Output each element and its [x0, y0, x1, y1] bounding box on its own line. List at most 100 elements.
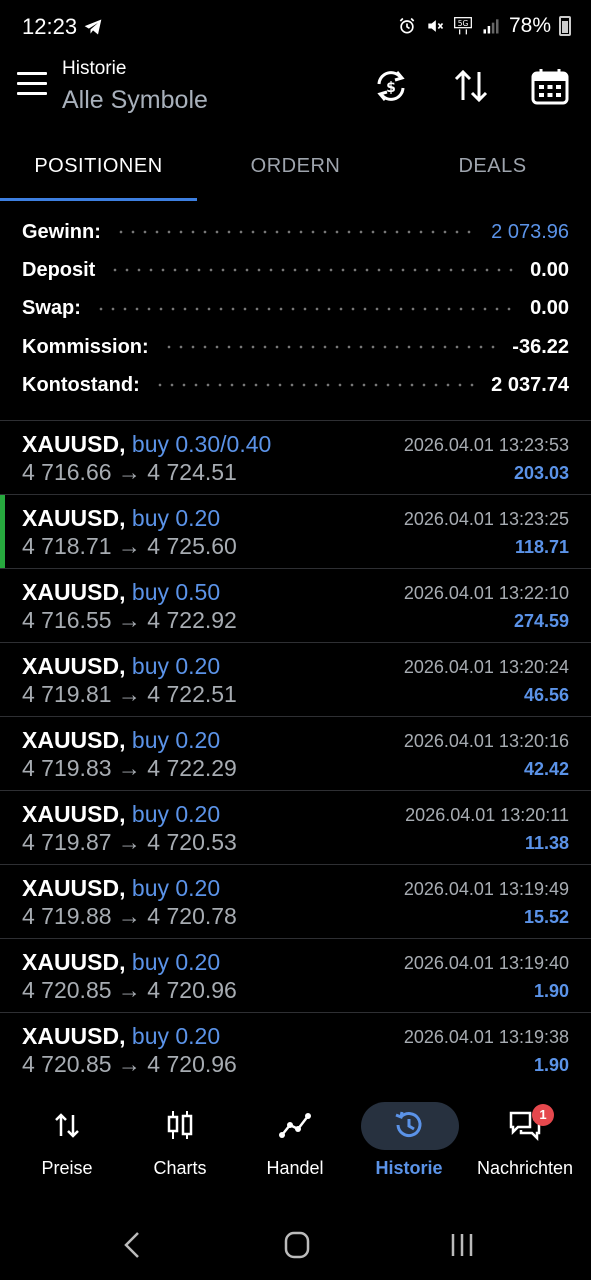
- summary-value: 0.00: [530, 297, 569, 320]
- position-symbol: XAUUSD, buy 0.20: [22, 727, 220, 754]
- alarm-icon: [399, 17, 415, 34]
- svg-text:$: $: [386, 80, 396, 96]
- position-symbol: XAUUSD, buy 0.20: [22, 505, 220, 532]
- summary-row-swap: Swap: 0.00: [0, 290, 591, 328]
- position-type: buy 0.30/0.40: [131, 431, 272, 457]
- dot-leader: [114, 230, 478, 235]
- summary-panel: Gewinn: 2 073.96 Deposit 0.00 Swap: 0.00…: [0, 213, 591, 404]
- nav-nachrichten[interactable]: 1 Nachrichten: [465, 1092, 585, 1192]
- position-prices: 4 719.83 → 4 722.29: [22, 755, 237, 781]
- position-prices: 4 719.87 → 4 720.53: [22, 829, 237, 855]
- battery-percent: 78%: [508, 14, 551, 37]
- summary-row-gewinn: Gewinn: 2 073.96: [0, 213, 591, 251]
- summary-label: Kommission:: [22, 335, 149, 358]
- position-prices: 4 716.55 → 4 722.92: [22, 607, 237, 633]
- dot-leader: [162, 345, 499, 350]
- calendar-icon[interactable]: [530, 66, 570, 106]
- summary-value: 2 037.74: [491, 373, 569, 396]
- position-datetime: 2026.04.01 13:22:10: [403, 583, 569, 603]
- position-type: buy 0.20: [131, 875, 221, 901]
- position-profit: 274.59: [513, 611, 569, 631]
- back-icon[interactable]: [112, 1228, 152, 1262]
- tab-bar: POSITIONEN ORDERN DEALS: [0, 130, 591, 202]
- page-title: Historie: [62, 58, 127, 79]
- position-type: buy 0.20: [131, 653, 221, 679]
- symbol-filter[interactable]: Alle Symbole: [62, 86, 208, 115]
- summary-row-kontostand: Kontostand: 2 037.74: [0, 366, 591, 404]
- position-symbol: XAUUSD, buy 0.30/0.40: [22, 431, 271, 458]
- quotes-arrows-icon: [55, 1113, 79, 1138]
- menu-icon[interactable]: [17, 72, 47, 96]
- symbol-name: XAUUSD,: [22, 431, 126, 457]
- home-icon[interactable]: [277, 1228, 317, 1262]
- summary-label: Gewinn:: [22, 220, 101, 243]
- position-datetime: 2026.04.01 13:23:53: [403, 435, 569, 455]
- app-header: Historie Alle Symbole $: [0, 56, 591, 126]
- nav-preise[interactable]: Preise: [8, 1092, 126, 1192]
- position-profit: 203.03: [513, 463, 569, 483]
- status-time: 12:23: [22, 14, 78, 39]
- sort-icon[interactable]: [451, 66, 491, 106]
- position-row[interactable]: XAUUSD, buy 0.20 4 719.83 → 4 722.29 202…: [0, 716, 591, 790]
- position-prices: 4 718.71 → 4 725.60: [22, 533, 237, 559]
- summary-row-deposit: Deposit 0.00: [0, 251, 591, 289]
- recents-icon[interactable]: [442, 1228, 482, 1262]
- position-profit: 1.90: [533, 1055, 569, 1075]
- position-symbol: XAUUSD, buy 0.50: [22, 579, 220, 606]
- tab-ordern[interactable]: ORDERN: [197, 130, 394, 202]
- history-clock-icon: [395, 1111, 422, 1138]
- position-type: buy 0.20: [131, 801, 221, 827]
- position-datetime: 2026.04.01 13:20:16: [403, 731, 569, 751]
- position-symbol: XAUUSD, buy 0.20: [22, 1023, 220, 1050]
- nav-charts[interactable]: Charts: [121, 1092, 239, 1192]
- symbol-name: XAUUSD,: [22, 801, 126, 827]
- position-symbol: XAUUSD, buy 0.20: [22, 875, 220, 902]
- symbol-name: XAUUSD,: [22, 875, 126, 901]
- symbol-name: XAUUSD,: [22, 727, 126, 753]
- active-tab-indicator: [0, 198, 197, 201]
- nav-historie[interactable]: Historie: [350, 1092, 468, 1192]
- position-datetime: 2026.04.01 13:19:40: [403, 953, 569, 973]
- svg-text:5G: 5G: [458, 19, 469, 28]
- position-prices: 4 719.88 → 4 720.78: [22, 903, 237, 929]
- position-row[interactable]: XAUUSD, buy 0.30/0.40 4 716.66 → 4 724.5…: [0, 420, 591, 494]
- position-row[interactable]: XAUUSD, buy 0.20 4 719.87 → 4 720.53 202…: [0, 790, 591, 864]
- notification-badge: 1: [532, 1104, 554, 1126]
- bottom-navigation: Preise Charts Handel Historie 1 Nachrich…: [0, 1092, 591, 1192]
- nav-label: Handel: [266, 1158, 324, 1178]
- tab-positionen[interactable]: POSITIONEN: [0, 130, 197, 202]
- position-prices: 4 720.85 → 4 720.96: [22, 977, 237, 1003]
- position-prices: 4 716.66 → 4 724.51: [22, 459, 237, 485]
- nav-label: Charts: [153, 1158, 207, 1178]
- position-row[interactable]: XAUUSD, buy 0.20 4 720.85 → 4 720.96 202…: [0, 1012, 591, 1086]
- summary-label: Deposit: [22, 258, 96, 281]
- status-bar: 12:23 5G 78%: [0, 0, 591, 56]
- position-row[interactable]: XAUUSD, buy 0.50 4 716.55 → 4 722.92 202…: [0, 568, 591, 642]
- summary-value: -36.22: [512, 335, 569, 358]
- summary-label: Swap:: [22, 297, 81, 320]
- position-prices: 4 719.81 → 4 722.51: [22, 681, 237, 707]
- position-datetime: 2026.04.01 13:23:25: [403, 509, 569, 529]
- position-profit: 15.52: [523, 907, 569, 927]
- position-profit: 42.42: [523, 759, 569, 779]
- position-row[interactable]: XAUUSD, buy 0.20 4 720.85 → 4 720.96 202…: [0, 938, 591, 1012]
- position-datetime: 2026.04.01 13:19:38: [403, 1027, 569, 1047]
- symbol-name: XAUUSD,: [22, 1023, 126, 1049]
- summary-label: Kontostand:: [22, 373, 140, 396]
- battery-icon: [559, 16, 571, 36]
- position-row[interactable]: XAUUSD, buy 0.20 4 719.81 → 4 722.51 202…: [0, 642, 591, 716]
- refresh-icon[interactable]: $: [371, 66, 411, 106]
- symbol-name: XAUUSD,: [22, 653, 126, 679]
- telegram-icon: [84, 19, 102, 35]
- position-row[interactable]: XAUUSD, buy 0.20 4 719.88 → 4 720.78 202…: [0, 864, 591, 938]
- position-row[interactable]: XAUUSD, buy 0.20 4 718.71 → 4 725.60 202…: [0, 494, 591, 568]
- summary-value: 2 073.96: [491, 220, 569, 243]
- position-datetime: 2026.04.01 13:20:24: [403, 657, 569, 677]
- tab-deals[interactable]: DEALS: [394, 130, 591, 202]
- position-symbol: XAUUSD, buy 0.20: [22, 653, 220, 680]
- position-type: buy 0.20: [131, 727, 221, 753]
- position-profit: 118.71: [514, 537, 569, 557]
- summary-value: 0.00: [530, 258, 569, 281]
- nav-handel[interactable]: Handel: [236, 1092, 354, 1192]
- position-type: buy 0.50: [131, 579, 221, 605]
